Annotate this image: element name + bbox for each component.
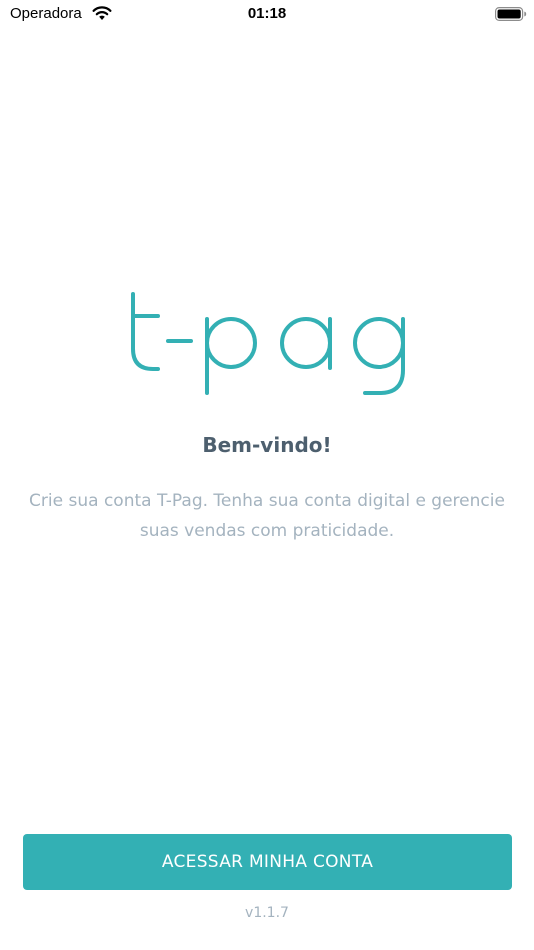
t-pag-logo: t-pag — [131, 292, 405, 395]
logo-letter-g — [353, 317, 405, 369]
access-account-button[interactable]: ACESSAR MINHA CONTA — [23, 834, 512, 890]
app-version: v1.1.7 — [245, 905, 289, 921]
logo-letter-a — [280, 317, 332, 369]
welcome-title: Bem-vindo! — [202, 433, 332, 457]
status-bar: Operadora 01:18 — [0, 0, 534, 28]
battery-icon — [495, 7, 527, 21]
status-time: 01:18 — [247, 5, 287, 22]
welcome-subtitle: Crie sua conta T-Pag. Tenha sua conta di… — [29, 491, 505, 541]
logo-letter-t — [131, 292, 160, 371]
